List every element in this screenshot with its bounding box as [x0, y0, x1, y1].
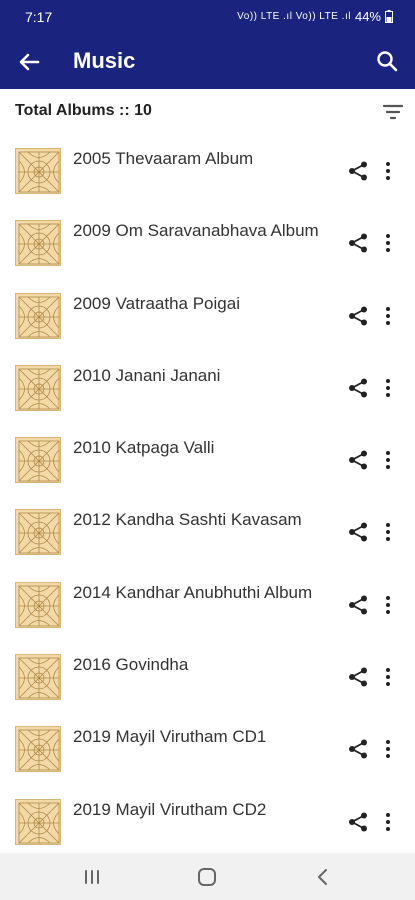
album-thumbnail [15, 509, 61, 556]
more-vert-icon[interactable] [377, 377, 399, 399]
album-thumbnail [15, 148, 61, 194]
album-title: 2014 Kandhar Anubhuthi Album [73, 582, 313, 602]
share-icon[interactable] [347, 305, 369, 327]
arrow-back-icon[interactable] [14, 47, 44, 77]
album-title: 2009 Vatraatha Poigai [73, 293, 240, 313]
album-row[interactable]: 2005 Thevaaram Album [0, 133, 415, 205]
album-thumbnail [15, 437, 61, 484]
more-vert-icon[interactable] [377, 738, 399, 760]
album-thumbnail [15, 581, 61, 628]
share-icon[interactable] [347, 232, 369, 254]
filter-icon[interactable] [381, 100, 405, 124]
nav-back-icon[interactable] [310, 865, 336, 889]
album-row[interactable]: 2019 Mayil Virutham CD2 [0, 784, 415, 856]
share-icon[interactable] [347, 160, 369, 182]
share-icon[interactable] [347, 377, 369, 399]
more-vert-icon[interactable] [377, 449, 399, 471]
album-row[interactable]: 2019 Mayil Virutham CD1 [0, 711, 415, 783]
more-vert-icon[interactable] [377, 305, 399, 327]
album-title: 2010 Janani Janani [73, 365, 221, 385]
more-vert-icon[interactable] [377, 521, 399, 543]
page-title: Music [73, 48, 136, 73]
album-title: 2010 Katpaga Valli [73, 438, 215, 458]
more-vert-icon[interactable] [377, 232, 399, 254]
album-thumbnail [15, 798, 61, 845]
album-row[interactable]: 2012 Kandha Sashti Kavasam [0, 494, 415, 566]
signal-indicator: Vo)) LTE .ıl Vo)) LTE .ıl [237, 11, 351, 22]
album-list: 2005 Thevaaram Album 2009 Om Saravanabhav… [0, 133, 415, 856]
album-thumbnail [15, 220, 61, 267]
album-title: 2019 Mayil Virutham CD2 [73, 799, 267, 819]
album-thumbnail [15, 726, 61, 773]
more-vert-icon[interactable] [377, 594, 399, 616]
system-nav-bar [0, 853, 415, 900]
album-title: 2016 Govindha [73, 655, 189, 675]
recents-icon[interactable] [79, 865, 105, 889]
status-bar: 7:17 Vo)) LTE .ıl Vo)) LTE .ıl 44% [0, 0, 415, 33]
total-albums-label: Total Albums :: 10 [15, 102, 152, 119]
album-row[interactable]: 2009 Om Saravanabhava Album [0, 205, 415, 277]
status-icons: Vo)) LTE .ıl Vo)) LTE .ıl 44% [237, 9, 393, 24]
album-row[interactable]: 2014 Kandhar Anubhuthi Album [0, 567, 415, 639]
more-vert-icon[interactable] [377, 666, 399, 688]
battery-percent: 44% [354, 9, 381, 24]
share-icon[interactable] [347, 666, 369, 688]
status-time: 7:17 [25, 9, 53, 25]
album-thumbnail [15, 364, 61, 411]
album-title: 2012 Kandha Sashti Kavasam [73, 510, 302, 530]
more-vert-icon[interactable] [377, 160, 399, 182]
album-row[interactable]: 2009 Vatraatha Poigai [0, 278, 415, 350]
app-bar: Music [0, 33, 415, 89]
albums-summary: Total Albums :: 10 [0, 89, 415, 133]
album-title: 2009 Om Saravanabhava Album [73, 221, 319, 241]
more-vert-icon[interactable] [377, 811, 399, 833]
share-icon[interactable] [347, 738, 369, 760]
album-row[interactable]: 2010 Janani Janani [0, 350, 415, 422]
share-icon[interactable] [347, 521, 369, 543]
album-thumbnail [15, 292, 61, 339]
share-icon[interactable] [347, 449, 369, 471]
share-icon[interactable] [347, 594, 369, 616]
share-icon[interactable] [347, 811, 369, 833]
album-row[interactable]: 2010 Katpaga Valli [0, 422, 415, 494]
album-title: 2019 Mayil Virutham CD1 [73, 727, 267, 747]
album-row[interactable]: 2016 Govindha [0, 639, 415, 711]
album-title: 2005 Thevaaram Album [73, 149, 254, 168]
battery-icon [385, 10, 393, 23]
search-icon[interactable] [373, 47, 401, 75]
album-thumbnail [15, 654, 61, 701]
home-icon[interactable] [194, 865, 220, 889]
